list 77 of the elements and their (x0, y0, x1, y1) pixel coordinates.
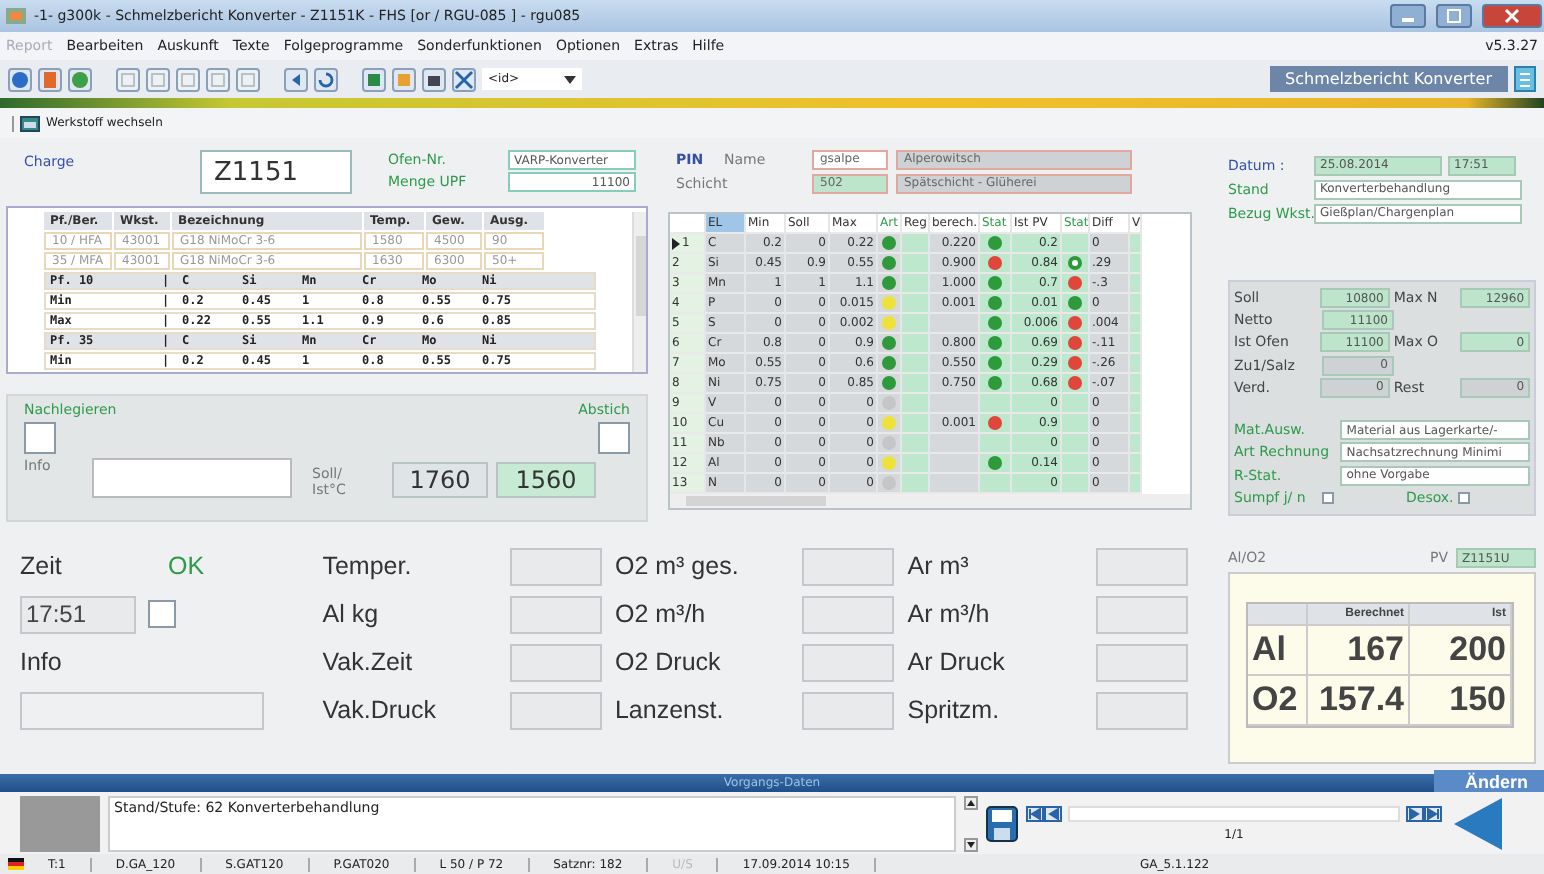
parameter-label: Ar Druck (907, 648, 1007, 676)
close-icon (1504, 8, 1520, 24)
parameter-field[interactable] (1095, 643, 1188, 681)
parameter-field[interactable] (802, 595, 895, 633)
actual-temp-field[interactable]: 1560 (496, 462, 596, 498)
parameter-label: O2 m³/h (614, 600, 708, 628)
table-cell: O2 (1248, 676, 1308, 724)
color-swatch (20, 795, 100, 851)
parameter-label: Vak.Zeit (322, 648, 415, 676)
ok-checkbox[interactable] (148, 600, 176, 628)
edit-button[interactable]: Ändern (1433, 770, 1544, 792)
info-icon[interactable] (8, 67, 32, 91)
caret-icon (564, 75, 576, 83)
info-field[interactable] (20, 691, 264, 729)
parameter-field[interactable] (1095, 691, 1188, 729)
current-row-icon (672, 237, 680, 249)
parameter-label: Lanzenst. (614, 696, 726, 724)
parameter-field[interactable] (510, 691, 603, 729)
maximize-button[interactable] (1436, 4, 1472, 28)
target-temp-field[interactable]: 1760 (392, 462, 488, 498)
parameter-field[interactable] (1095, 595, 1188, 633)
deox-checkbox[interactable] (1457, 491, 1470, 504)
parameter-field[interactable] (802, 691, 895, 729)
info-field[interactable] (92, 458, 292, 498)
left-icon[interactable] (284, 67, 308, 91)
parameter-label: Ar m³/h (907, 600, 992, 628)
scroll-down-icon[interactable] (964, 837, 978, 851)
back-arrow-icon[interactable] (1450, 793, 1502, 853)
parameter-field[interactable] (802, 643, 895, 681)
table-cell: Al (1248, 626, 1308, 674)
table-cell: 167 (1308, 626, 1410, 674)
parameter-field[interactable] (1095, 547, 1188, 585)
parameter-label: O2 Druck (614, 648, 723, 676)
parameter-field[interactable] (510, 595, 603, 633)
record-field[interactable] (1068, 805, 1400, 821)
parameter-field[interactable] (802, 547, 895, 585)
minimize-button[interactable] (1390, 4, 1426, 28)
table-cell: 150 (1410, 676, 1512, 724)
parameter-field[interactable] (510, 547, 603, 585)
tapping-checkbox[interactable] (598, 422, 630, 454)
parameter-label: Al kg (322, 600, 381, 628)
info-label: Info (20, 648, 62, 676)
table-cell (930, 434, 980, 454)
parameter-label: Temper. (322, 552, 414, 580)
table-cell (930, 394, 980, 414)
alloy-checkbox[interactable] (24, 422, 56, 454)
save-icon[interactable] (986, 805, 1018, 841)
last-record-icon[interactable] (1406, 805, 1442, 821)
parameter-label: Spritzm. (907, 696, 1002, 724)
refresh-icon[interactable] (314, 67, 338, 91)
table-cell (930, 474, 980, 494)
first-record-icon[interactable] (1026, 805, 1062, 821)
table-cell (1062, 474, 1090, 494)
module-title: Schmelzbericht Konverter (1269, 66, 1508, 92)
scrollbar[interactable] (670, 494, 1190, 508)
parameter-field[interactable] (510, 643, 603, 681)
time-label: Zeit (20, 552, 64, 580)
time-field[interactable]: 17:51 (20, 595, 136, 633)
table-cell: 157.4 (1308, 676, 1410, 724)
parameter-label: Vak.Druck (322, 696, 438, 724)
parameter-label: Ar m³ (907, 552, 971, 580)
table-cell (1062, 434, 1090, 454)
maximize-icon (1446, 8, 1462, 24)
flag-icon (8, 858, 24, 870)
close-button[interactable] (1482, 4, 1542, 28)
document-icon (1514, 66, 1536, 92)
app-icon (6, 6, 26, 26)
charge-field[interactable]: Z1151 (200, 150, 352, 194)
parameter-label: O2 m³ ges. (614, 552, 741, 580)
scroll-up-icon[interactable] (964, 795, 978, 809)
ok-label: OK (168, 552, 205, 580)
table-cell: 200 (1410, 626, 1512, 674)
table-cell (1062, 454, 1090, 474)
scrollbar[interactable] (632, 212, 646, 372)
window-icon (20, 115, 40, 131)
sump-checkbox[interactable] (1322, 491, 1334, 504)
table-cell (1062, 414, 1090, 434)
